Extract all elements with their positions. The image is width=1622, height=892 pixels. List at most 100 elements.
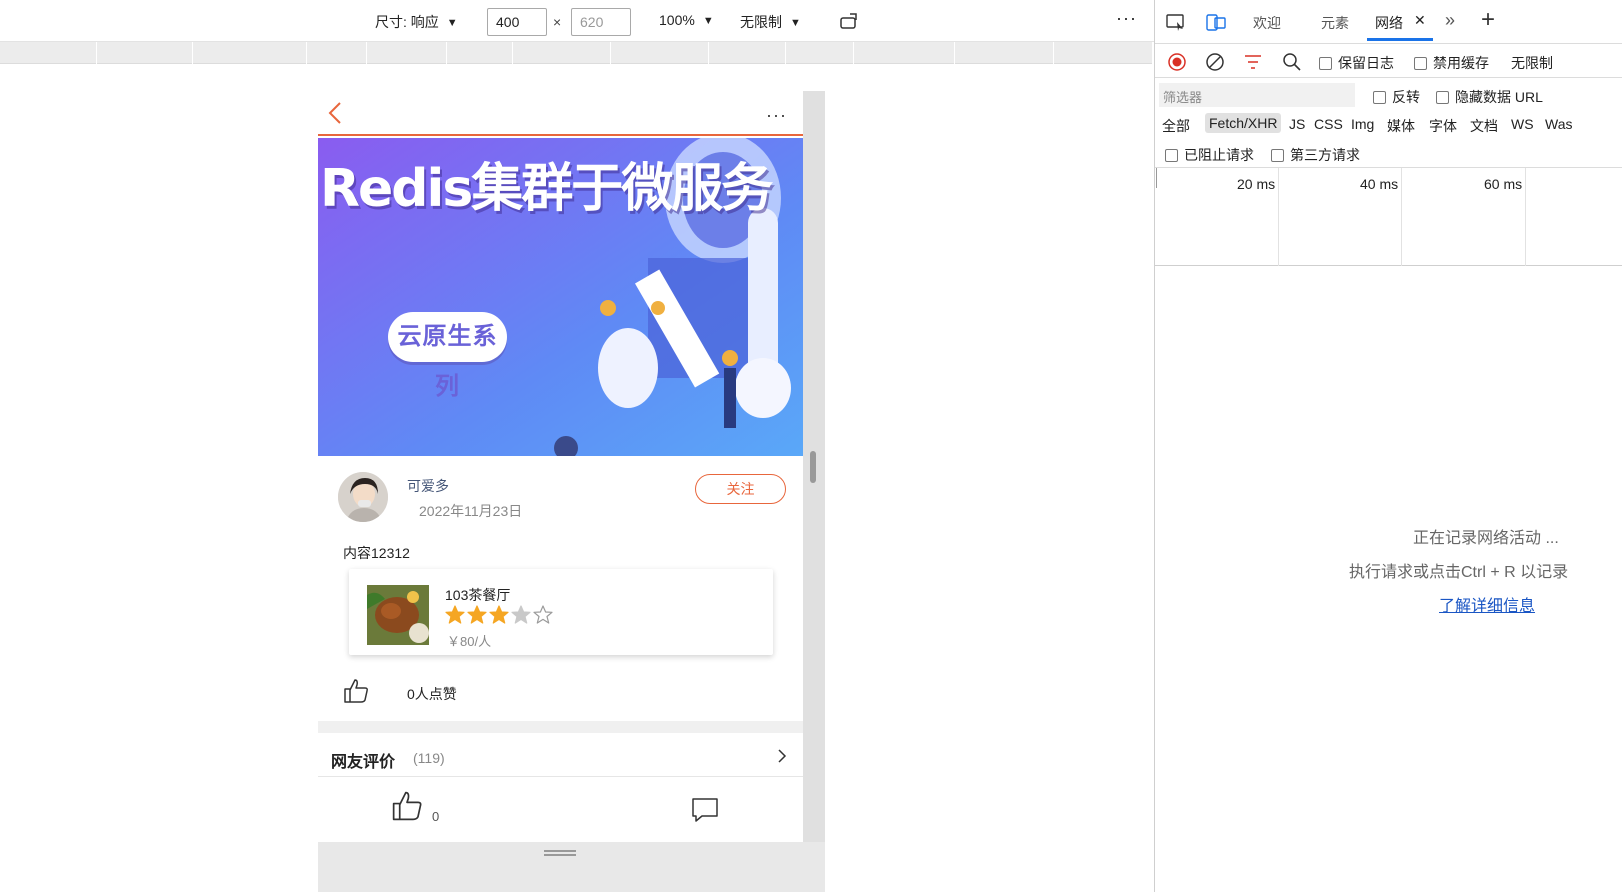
close-tab-icon[interactable]: ✕ <box>1414 12 1426 29</box>
post-content: 内容12312 <box>343 545 410 561</box>
more-tabs-icon[interactable]: » <box>1445 10 1455 31</box>
star-icon <box>489 605 509 624</box>
comment-icon[interactable] <box>690 795 720 825</box>
star-icon <box>511 605 531 624</box>
avatar[interactable] <box>338 472 388 522</box>
zoom-dropdown[interactable]: 100% ▼ <box>659 12 714 28</box>
banner-title: Redis集群于微服务 <box>320 159 773 219</box>
type-wasm[interactable]: Was <box>1545 116 1572 132</box>
type-all[interactable]: 全部 <box>1162 116 1190 136</box>
hide-data-urls-label: 隐藏数据 URL <box>1455 89 1543 105</box>
type-img[interactable]: Img <box>1351 116 1374 132</box>
preserve-log-checkbox[interactable]: 保留日志 <box>1319 53 1394 73</box>
clear-icon[interactable] <box>1205 52 1225 72</box>
star-icon <box>445 605 465 624</box>
tab-network[interactable]: 网络 <box>1375 13 1403 33</box>
top-nav: ··· <box>318 91 803 136</box>
shop-name: 103茶餐厅 <box>445 587 511 603</box>
star-icon <box>467 605 487 624</box>
section-divider <box>318 721 803 733</box>
reviews-title: 网友评价 <box>331 754 396 771</box>
resource-type-filters: 全部 Fetch/XHR JS CSS Img 媒体 字体 文档 WS Was <box>1155 111 1622 139</box>
filter-row: 筛选器 反转 隐藏数据 URL <box>1155 80 1622 110</box>
request-filter-row: 已阻止请求 第三方请求 <box>1155 140 1622 168</box>
timeline-label: 60 ms <box>1484 176 1523 192</box>
filter-icon[interactable] <box>1243 53 1263 71</box>
blocked-requests-checkbox[interactable]: 已阻止请求 <box>1165 145 1254 165</box>
learn-more-link[interactable]: 了解详细信息 <box>1439 592 1535 616</box>
device-viewport: ··· Redis集群于微服务 云原生系列 可爱多 2022年11月23日 关注… <box>318 91 803 892</box>
like-row: 0人点赞 <box>318 675 803 715</box>
star-icon <box>533 605 553 624</box>
disable-cache-label: 禁用缓存 <box>1433 55 1489 71</box>
caret-down-icon: ▼ <box>446 17 458 29</box>
recording-message: 正在记录网络活动 ... <box>1413 530 1559 547</box>
more-options-icon[interactable]: ··· <box>1116 8 1137 29</box>
devtools-panel: 欢迎 元素 网络 ✕ » + 保留日志 禁用缓存 无限制 筛选器 反转 隐藏数据… <box>1154 0 1622 892</box>
record-icon[interactable] <box>1167 52 1187 72</box>
reviews-header[interactable]: 网友评价 (119) <box>318 733 803 777</box>
post-date: 2022年11月23日 <box>419 503 523 519</box>
follow-button[interactable]: 关注 <box>695 474 786 504</box>
bottom-like-count: 0 <box>432 809 440 824</box>
checkbox-icon <box>1319 57 1332 70</box>
filter-input[interactable]: 筛选器 <box>1159 83 1355 107</box>
network-timeline: 20 ms 40 ms 60 ms <box>1155 168 1622 266</box>
carousel-indicator[interactable] <box>554 436 578 456</box>
inspect-element-icon[interactable] <box>1165 12 1187 32</box>
type-ws[interactable]: WS <box>1511 116 1534 132</box>
active-tab-indicator <box>1367 38 1433 41</box>
shop-card[interactable]: 103茶餐厅 ￥80/人 <box>349 569 773 655</box>
type-font[interactable]: 字体 <box>1429 116 1457 136</box>
type-js[interactable]: JS <box>1289 116 1305 132</box>
invert-label: 反转 <box>1392 89 1420 105</box>
times-sign: × <box>553 14 562 30</box>
width-input[interactable]: 400 <box>487 8 547 36</box>
checkbox-icon <box>1414 57 1427 70</box>
device-toolbar: 尺寸: 响应 ▼ 400 × 620 100% ▼ 无限制 ▼ ··· <box>0 0 1154 42</box>
invert-checkbox[interactable]: 反转 <box>1373 87 1420 107</box>
viewport-resize-handle-right[interactable] <box>803 91 825 892</box>
height-input[interactable]: 620 <box>571 8 631 36</box>
dimensions-label: 尺寸: 响应 <box>375 14 439 30</box>
type-fetch-xhr[interactable]: Fetch/XHR <box>1205 113 1282 133</box>
zoom-label: 100% <box>659 12 695 28</box>
back-arrow-icon[interactable] <box>326 101 346 125</box>
device-toggle-icon[interactable] <box>1205 12 1227 32</box>
shop-thumbnail <box>367 585 429 645</box>
devtools-tabbar: 欢迎 元素 网络 ✕ » + <box>1155 0 1622 44</box>
hide-data-urls-checkbox[interactable]: 隐藏数据 URL <box>1436 87 1543 107</box>
third-party-checkbox[interactable]: 第三方请求 <box>1271 145 1360 165</box>
dimensions-dropdown[interactable]: 尺寸: 响应 ▼ <box>375 12 458 32</box>
viewport-resize-handle-bottom[interactable] <box>318 842 825 892</box>
type-css[interactable]: CSS <box>1314 116 1343 132</box>
chevron-right-icon <box>778 749 787 763</box>
thumbs-up-icon[interactable] <box>390 789 424 823</box>
shop-price: ￥80/人 <box>447 634 492 649</box>
add-tab-icon[interactable]: + <box>1481 6 1495 34</box>
rotate-icon[interactable] <box>838 12 860 32</box>
search-icon[interactable] <box>1282 52 1302 72</box>
network-throttle-dropdown[interactable]: 无限制 <box>1511 53 1553 73</box>
thumbs-up-icon[interactable] <box>342 677 370 705</box>
more-dots-icon[interactable]: ··· <box>766 105 787 126</box>
tab-welcome[interactable]: 欢迎 <box>1253 13 1281 33</box>
timeline-label: 40 ms <box>1360 176 1399 192</box>
hint-message: 执行请求或点击Ctrl + R 以记录 <box>1349 564 1569 581</box>
network-toolbar: 保留日志 禁用缓存 无限制 <box>1155 44 1622 78</box>
reviews-count: (119) <box>413 750 445 766</box>
throttle-dropdown[interactable]: 无限制 ▼ <box>740 12 801 32</box>
tab-elements[interactable]: 元素 <box>1321 13 1349 33</box>
rating-stars <box>445 605 555 625</box>
type-media[interactable]: 媒体 <box>1387 116 1415 136</box>
checkbox-icon <box>1436 91 1449 104</box>
caret-down-icon: ▼ <box>790 17 801 29</box>
type-doc[interactable]: 文档 <box>1470 116 1498 136</box>
checkbox-icon <box>1165 149 1178 162</box>
banner-pill: 云原生系列 <box>388 312 507 400</box>
author-name[interactable]: 可爱多 <box>407 476 449 496</box>
timeline-label: 20 ms <box>1237 176 1276 192</box>
media-query-ruler <box>0 42 1152 64</box>
disable-cache-checkbox[interactable]: 禁用缓存 <box>1414 53 1489 73</box>
blocked-requests-label: 已阻止请求 <box>1184 147 1254 163</box>
